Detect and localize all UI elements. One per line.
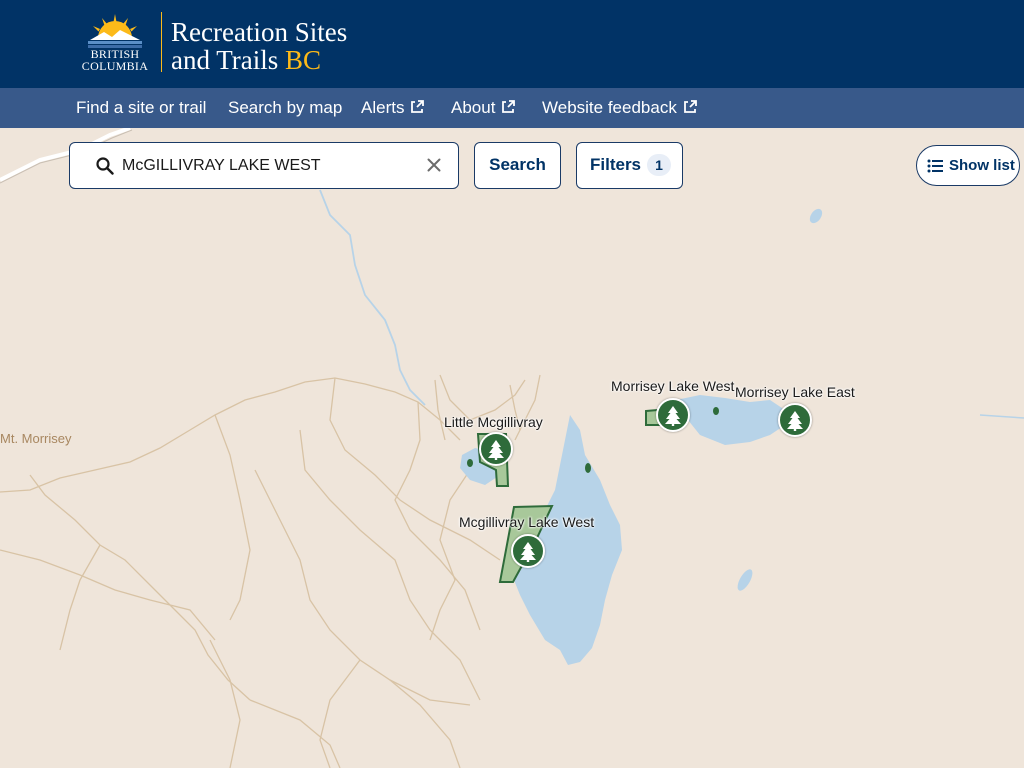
nav-find-site-label: Find a site or trail <box>76 98 207 117</box>
nav-website-feedback-label: Website feedback <box>542 98 677 117</box>
site-marker-morrisey-lake-east[interactable] <box>778 403 812 437</box>
show-list-label: Show list <box>949 157 1015 174</box>
nav-alerts[interactable]: Alerts <box>361 88 425 128</box>
search-input[interactable] <box>122 151 422 181</box>
filters-count-badge: 1 <box>647 154 671 176</box>
app-title-line2-wrap: and Trails BC <box>171 46 347 74</box>
app-title-bc: BC <box>285 45 322 75</box>
site-marker-little-mcgillivray[interactable] <box>479 432 513 466</box>
search-button[interactable]: Search <box>474 142 561 189</box>
site-label-morrisey-lake-west: Morrisey Lake West <box>611 378 735 394</box>
app-title-line2: and Trails <box>171 45 279 75</box>
nav-alerts-label: Alerts <box>361 98 405 117</box>
main-nav: Find a site or trail Search by map Alert… <box>0 88 1024 128</box>
nav-about-label: About <box>451 98 496 117</box>
search-icon <box>96 157 114 175</box>
pond <box>809 208 823 224</box>
nav-about[interactable]: About <box>451 88 516 128</box>
show-list-button[interactable]: Show list <box>916 145 1020 186</box>
tree-icon <box>520 542 536 562</box>
nav-search-by-map[interactable]: Search by map <box>228 88 342 128</box>
site-label-morrisey-lake-east: Morrisey Lake East <box>735 384 855 400</box>
forest-roads <box>0 374 541 768</box>
creek <box>319 189 426 406</box>
bc-government-logo[interactable]: BRITISH COLUMBIA <box>76 10 154 76</box>
site-marker-mcgillivray-lake-west[interactable] <box>511 534 545 568</box>
wooded-island <box>713 407 719 415</box>
close-icon[interactable] <box>427 158 441 172</box>
place-label-mt-morrisey: Mt. Morrisey <box>0 431 72 446</box>
filters-button[interactable]: Filters 1 <box>576 142 683 189</box>
external-link-icon <box>411 100 425 113</box>
nav-search-by-map-label: Search by map <box>228 98 343 117</box>
external-link-icon <box>683 100 697 113</box>
nav-find-site[interactable]: Find a site or trail <box>76 88 206 128</box>
map-canvas[interactable]: Mt. Morrisey Morrisey Lake West Morrisey… <box>0 128 1024 768</box>
pond <box>737 569 753 591</box>
external-link-icon <box>502 100 516 113</box>
tree-icon <box>665 406 681 426</box>
site-marker-morrisey-lake-west[interactable] <box>656 398 690 432</box>
creek <box>979 414 1024 419</box>
wooded-island <box>585 463 591 473</box>
tree-icon <box>787 411 803 431</box>
logo-text-line2: COLUMBIA <box>81 59 149 73</box>
filters-button-label: Filters <box>590 155 642 174</box>
morrisey-lake <box>676 395 785 445</box>
site-header: BRITISH COLUMBIA Recreation Sites and Tr… <box>0 0 1024 88</box>
app-title-line1: Recreation Sites <box>171 17 348 47</box>
wooded-island <box>467 459 473 467</box>
site-label-mcgillivray-lake-west: Mcgillivray Lake West <box>459 514 595 530</box>
site-label-little-mcgillivray: Little Mcgillivray <box>444 414 543 430</box>
bc-sun-logo-icon <box>88 14 142 48</box>
logo-divider <box>161 12 162 72</box>
tree-icon <box>488 440 504 460</box>
app-title[interactable]: Recreation Sites and Trails BC <box>171 18 347 74</box>
nav-website-feedback[interactable]: Website feedback <box>542 88 698 128</box>
search-box <box>69 142 459 189</box>
list-icon <box>927 159 943 173</box>
